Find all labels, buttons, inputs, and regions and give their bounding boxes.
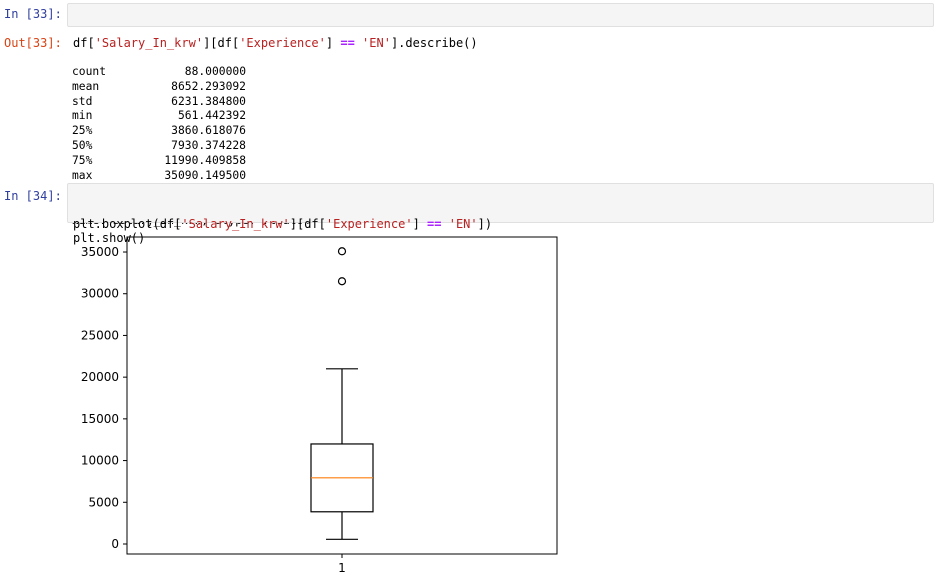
stat-value: 88.000000 xyxy=(184,64,246,78)
code-token: plt.boxplot(df[ xyxy=(73,217,182,231)
output-prompt-33: Out[33]: xyxy=(4,36,62,50)
stat-value: 11990.409858 xyxy=(164,154,246,168)
boxplot-chart: 0 5000 10000 15000 20000 25000 30000 35000 1 xyxy=(81,236,558,575)
code-input-34[interactable]: plt.boxplot(df['Salary_In_krw'][df['Expe… xyxy=(67,183,934,245)
outlier-point xyxy=(337,247,347,256)
code-line: plt.boxplot(df['Salary_In_krw'][df['Expe… xyxy=(73,217,928,231)
code-token: ] xyxy=(412,217,428,231)
code-token: == xyxy=(340,36,355,50)
code-input-33[interactable]: df['Salary_In_krw'][df['Experience'] == … xyxy=(67,3,934,50)
code-token: ][df[ xyxy=(289,217,326,231)
input-prompt-33: In [33]: xyxy=(4,7,62,21)
describe-row: 25% 3860.618076 xyxy=(72,124,272,139)
input-prompt-34: In [34]: xyxy=(4,189,62,203)
stat-value: 35090.149500 xyxy=(164,169,246,183)
describe-row: max 35090.149500 xyxy=(72,169,272,184)
stat-value: 7930.374228 xyxy=(171,139,246,153)
stat-value: 8652.293092 xyxy=(171,79,246,93)
stat-name: 75% xyxy=(72,154,93,168)
stat-name: count xyxy=(72,64,107,78)
stat-value: 6231.384800 xyxy=(171,94,246,108)
x-tick-label: 1 xyxy=(338,561,346,575)
outlier-point xyxy=(337,277,347,286)
code-token: ]) xyxy=(477,217,493,231)
code-token: == xyxy=(427,217,442,231)
code-token: 'Experience' xyxy=(325,217,413,231)
y-tick-label: 5000 xyxy=(88,495,119,509)
stat-value: 561.442392 xyxy=(177,109,246,123)
y-tick-label: 25000 xyxy=(81,328,119,342)
y-tick-label: 15000 xyxy=(81,412,119,426)
stat-name: mean xyxy=(72,79,100,93)
describe-row: 50% 7930.374228 xyxy=(72,139,272,154)
code-token: ].describe() xyxy=(390,36,478,50)
code-token: ] xyxy=(325,36,341,50)
describe-row: count 88.000000 xyxy=(72,65,272,80)
code-token: 'EN' xyxy=(448,217,478,231)
stat-name: std xyxy=(72,94,93,108)
y-tick-label: 35000 xyxy=(81,245,119,259)
describe-row: mean 8652.293092 xyxy=(72,80,272,95)
describe-row: 75% 11990.409858 xyxy=(72,154,272,169)
stat-name: 50% xyxy=(72,139,93,153)
stat-name: 25% xyxy=(72,124,93,138)
code-token: 'EN' xyxy=(362,36,391,50)
stat-name: max xyxy=(72,169,93,183)
y-tick-label: 10000 xyxy=(81,454,119,468)
describe-row: min 561.442392 xyxy=(72,109,272,124)
stat-value: 3860.618076 xyxy=(171,124,246,138)
y-tick-label: 20000 xyxy=(81,370,119,384)
y-tick-label: 0 xyxy=(111,537,119,551)
y-tick-label: 30000 xyxy=(81,287,119,301)
code-token: 'Salary_In_krw' xyxy=(181,217,290,231)
describe-row: std 6231.384800 xyxy=(72,95,272,110)
stat-name: min xyxy=(72,109,93,123)
